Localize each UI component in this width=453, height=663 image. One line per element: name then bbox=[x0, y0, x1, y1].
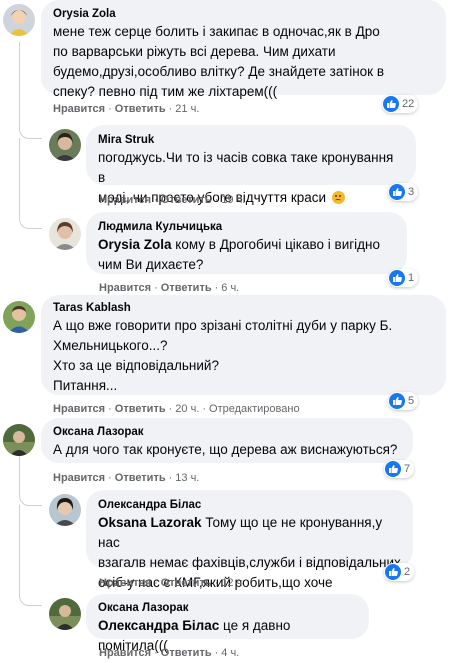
comment-author[interactable]: Людмила Кульчицька bbox=[98, 220, 395, 235]
avatar[interactable] bbox=[49, 129, 81, 161]
timestamp[interactable]: 12 ч. bbox=[221, 577, 245, 589]
timestamp[interactable]: 4 ч. bbox=[221, 647, 239, 659]
like-button[interactable]: Нравится bbox=[99, 194, 151, 206]
reply-button[interactable]: Ответить bbox=[161, 194, 212, 206]
thread-line bbox=[19, 138, 42, 229]
comment-text: мене теж серце болить і закипає в одноча… bbox=[53, 24, 385, 99]
like-icon bbox=[385, 564, 401, 580]
avatar[interactable] bbox=[49, 218, 81, 250]
comment-author[interactable]: Mira Struk bbox=[98, 133, 404, 148]
comment-author[interactable]: Олександра Білас bbox=[98, 498, 401, 513]
timestamp[interactable]: 20 ч. bbox=[175, 403, 199, 415]
comment-bubble: Оксана Лазорак Олександра Білас це я дав… bbox=[86, 594, 369, 653]
timestamp[interactable]: 21 ч. bbox=[175, 103, 199, 115]
reply-button[interactable]: Ответить bbox=[161, 282, 212, 294]
reaction-count[interactable]: 7 bbox=[384, 460, 415, 478]
comment-actions: Нравится · Ответить · 19 ч. bbox=[99, 194, 246, 206]
mention-link[interactable]: Orysia Zola bbox=[98, 237, 172, 252]
comment-actions: Нравится · Ответить · 20 ч. · Отредактировано bbox=[53, 403, 300, 415]
comment-bubble: Олександра Білас Oksana Lazorak Тому що … bbox=[86, 490, 413, 590]
like-button[interactable]: Нравится bbox=[99, 647, 151, 659]
comment-text: Orysia Zola кому в Дрогобичі цікаво і ви… bbox=[98, 237, 381, 272]
reaction-count[interactable]: 5 bbox=[388, 392, 419, 410]
reaction-count[interactable]: 3 bbox=[388, 183, 419, 201]
comment-bubble: Taras Kablash А що вже говорити про зріз… bbox=[41, 295, 446, 395]
like-button[interactable]: Нравится bbox=[99, 577, 151, 589]
comment-text: А що вже говорити про зрізані столітні д… bbox=[53, 318, 393, 393]
comment-author[interactable]: Оксана Лазорак bbox=[53, 425, 401, 440]
mention-link[interactable]: Oksana Lazorak bbox=[98, 515, 202, 530]
comment-author[interactable]: Taras Kablash bbox=[53, 301, 434, 316]
comment-actions: Нравится · Ответить · 21 ч. bbox=[53, 103, 200, 115]
comment-text: А для чого так кронуєте, що дерева аж ви… bbox=[53, 442, 398, 457]
like-button[interactable]: Нравится bbox=[99, 282, 151, 294]
like-button[interactable]: Нравится bbox=[53, 472, 105, 484]
reply-button[interactable]: Ответить bbox=[115, 472, 166, 484]
comment-bubble: Людмила Кульчицька Orysia Zola кому в Др… bbox=[86, 212, 407, 274]
comment-author[interactable]: Orysia Zola bbox=[53, 7, 434, 22]
reply-button[interactable]: Ответить bbox=[115, 103, 166, 115]
comment-bubble: Оксана Лазорак А для чого так кронуєте, … bbox=[41, 418, 413, 463]
comment-bubble: Orysia Zola мене теж серце болить і заки… bbox=[41, 0, 446, 99]
reply-button[interactable]: Ответить bbox=[161, 577, 212, 589]
timestamp[interactable]: 13 ч. bbox=[175, 472, 199, 484]
like-icon bbox=[385, 461, 401, 477]
reaction-count[interactable]: 22 bbox=[382, 95, 419, 113]
reply-button[interactable]: Ответить bbox=[161, 647, 212, 659]
comment-actions: Нравится · Ответить · 12 ч. bbox=[99, 577, 246, 589]
comment-actions: Нравится · Ответить · 6 ч. bbox=[99, 282, 240, 294]
comment-actions: Нравится · Ответить · 13 ч. bbox=[53, 472, 200, 484]
avatar[interactable] bbox=[49, 494, 81, 526]
like-icon bbox=[383, 96, 399, 112]
reaction-count[interactable]: 2 bbox=[384, 563, 415, 581]
edited-label: Отредактировано bbox=[209, 403, 300, 415]
timestamp[interactable]: 19 ч. bbox=[221, 194, 245, 206]
like-button[interactable]: Нравится bbox=[53, 403, 105, 415]
like-icon bbox=[389, 270, 405, 286]
comment-author[interactable]: Оксана Лазорак bbox=[98, 601, 357, 616]
timestamp[interactable]: 6 ч. bbox=[221, 282, 239, 294]
comment-bubble: Mira Struk погоджусь.Чи то із часів совк… bbox=[86, 125, 416, 205]
comment-actions: Нравится · Ответить · 4 ч. bbox=[99, 647, 240, 659]
thread-line bbox=[19, 505, 42, 606]
avatar[interactable] bbox=[3, 4, 35, 36]
reply-button[interactable]: Ответить bbox=[115, 403, 166, 415]
avatar[interactable] bbox=[3, 424, 35, 456]
avatar[interactable] bbox=[49, 598, 81, 630]
avatar[interactable] bbox=[3, 301, 35, 333]
thread-line bbox=[19, 42, 42, 139]
like-button[interactable]: Нравится bbox=[53, 103, 105, 115]
reaction-count[interactable]: 1 bbox=[388, 269, 419, 287]
sad-face-emoji bbox=[331, 191, 345, 204]
like-icon bbox=[389, 393, 405, 409]
like-icon bbox=[389, 184, 405, 200]
mention-link[interactable]: Олександра Білас bbox=[98, 618, 219, 633]
